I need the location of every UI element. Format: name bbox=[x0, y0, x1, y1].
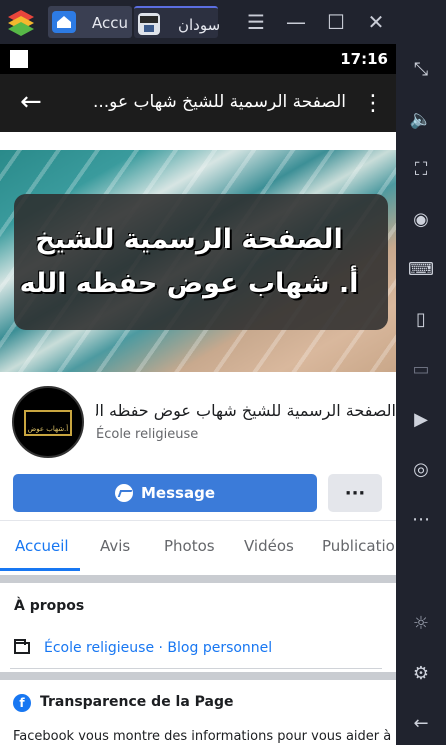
volume-icon[interactable]: 🔈 bbox=[396, 102, 446, 136]
tab-label: Accu bbox=[92, 14, 128, 32]
minimize-icon[interactable]: — bbox=[284, 10, 308, 34]
keyboard-icon[interactable]: ⌨ bbox=[396, 252, 446, 286]
back-arrow-icon[interactable]: ← bbox=[20, 88, 48, 116]
tab-accu-app[interactable]: Accu bbox=[48, 6, 132, 38]
category-folder-icon bbox=[14, 639, 30, 654]
transparency-heading: Transparence de la Page bbox=[40, 694, 234, 710]
cover-title-line-2: أ. شهاب عوض حفظه الله bbox=[19, 268, 359, 299]
home-app-icon bbox=[52, 11, 76, 33]
media-folder-icon[interactable]: ▶ bbox=[396, 402, 446, 436]
more-actions-button[interactable]: ··· bbox=[328, 474, 382, 512]
tab-avis[interactable]: Avis bbox=[100, 537, 130, 555]
app-bar: ← الصفحة الرسمية للشيخ شهاب عو... ⋮ bbox=[0, 74, 396, 132]
cover-photo[interactable]: الصفحة الرسمية للشيخ أ. شهاب عوض حفظه ال… bbox=[0, 150, 396, 372]
notification-icon bbox=[10, 50, 28, 68]
screenshot-crop-icon[interactable]: ⛶ bbox=[396, 152, 446, 186]
apk-install-icon[interactable]: ▯ bbox=[396, 302, 446, 336]
more-dots-icon[interactable]: ⋯ bbox=[396, 502, 446, 536]
back-icon[interactable]: ← bbox=[396, 706, 446, 740]
transparency-description: Facebook vous montre des informations po… bbox=[13, 729, 392, 744]
eye-icon[interactable]: ◉ bbox=[396, 202, 446, 236]
emulator-sidebar: ⤡ 🔈 ⛶ ◉ ⌨ ▯ ▭ ▶ ◎ ⋯ ☼ ⚙ ← bbox=[396, 0, 446, 745]
tab-accueil[interactable]: Accueil bbox=[15, 537, 69, 555]
app-thumbnail-icon bbox=[138, 13, 160, 35]
facebook-icon: f bbox=[13, 694, 31, 712]
page-category: École religieuse bbox=[96, 427, 199, 442]
close-icon[interactable]: ✕ bbox=[364, 10, 388, 34]
tab-photos[interactable]: Photos bbox=[164, 537, 215, 555]
android-screen: 17:16 ← الصفحة الرسمية للشيخ شهاب عو... … bbox=[0, 44, 396, 745]
avatar-text: أ.شهاب عوض bbox=[27, 425, 69, 433]
messenger-icon bbox=[115, 484, 133, 502]
section-separator bbox=[0, 672, 396, 680]
gamepad-icon[interactable]: ▭ bbox=[396, 352, 446, 386]
message-button[interactable]: Message bbox=[13, 474, 317, 512]
status-bar: 17:16 bbox=[0, 44, 396, 74]
page-tabs: Accueil Avis Photos Vidéos Publications bbox=[0, 522, 396, 572]
about-heading: À propos bbox=[14, 598, 85, 614]
fullscreen-icon[interactable]: ⤡ bbox=[396, 52, 446, 86]
bulb-icon[interactable]: ☼ bbox=[396, 606, 446, 640]
settings-icon[interactable]: ⚙ bbox=[396, 656, 446, 690]
hamburger-menu-icon[interactable]: ☰ bbox=[244, 10, 268, 34]
emulator-title-bar: Accu سودان ☰ — ☐ ✕ « bbox=[0, 0, 446, 44]
more-options-icon[interactable]: ⋮ bbox=[362, 90, 384, 118]
tab-videos[interactable]: Vidéos bbox=[244, 537, 294, 555]
cover-title-line-1: الصفحة الرسمية للشيخ bbox=[35, 224, 343, 255]
avatar[interactable]: أ.شهاب عوض bbox=[12, 386, 84, 458]
tab-publications[interactable]: Publications bbox=[322, 537, 396, 555]
divider bbox=[0, 520, 396, 521]
active-tab-indicator bbox=[0, 568, 80, 571]
section-separator bbox=[0, 575, 396, 583]
about-category-link[interactable]: École religieuse · Blog personnel bbox=[44, 640, 272, 656]
maximize-icon[interactable]: ☐ bbox=[324, 10, 348, 34]
message-button-label: Message bbox=[141, 484, 215, 502]
tab-label: سودان bbox=[178, 16, 221, 34]
bluestacks-logo-icon bbox=[6, 8, 36, 36]
page-title: الصفحة الرسمية للشيخ شهاب عو... bbox=[92, 92, 346, 112]
page-name: الصفحة الرسمية للشيخ شهاب عوض حفظه الله bbox=[96, 401, 396, 420]
cover-banner: الصفحة الرسمية للشيخ أ. شهاب عوض حفظه ال… bbox=[14, 194, 388, 330]
camera-icon[interactable]: ◎ bbox=[396, 452, 446, 486]
status-time: 17:16 bbox=[340, 50, 388, 68]
divider bbox=[10, 668, 382, 669]
tab-sudan-app[interactable]: سودان bbox=[134, 6, 221, 38]
